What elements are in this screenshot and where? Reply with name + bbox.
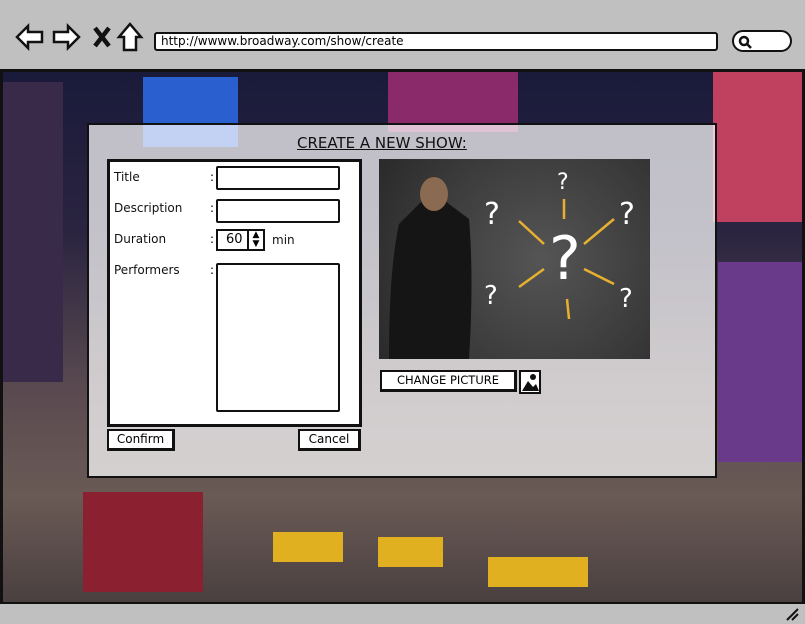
change-picture-button[interactable]: CHANGE PICTURE: [380, 370, 517, 392]
duration-stepper[interactable]: 60 ▲ ▼: [216, 229, 265, 251]
colon: :: [210, 201, 215, 215]
browser-toolbar: http://wwww.broadway.com/show/create: [0, 0, 805, 72]
question-mark: ?: [484, 281, 498, 311]
cancel-button[interactable]: Cancel: [298, 429, 361, 451]
resize-grip-icon[interactable]: [785, 607, 799, 621]
description-input[interactable]: [216, 199, 340, 223]
forward-arrow-icon[interactable]: [51, 22, 81, 52]
home-icon[interactable]: [115, 22, 145, 52]
question-mark: ?: [484, 197, 500, 232]
performers-textarea[interactable]: [216, 263, 340, 412]
question-mark: ?: [619, 197, 635, 232]
search-icon: [738, 35, 752, 49]
up-down-arrows-icon[interactable]: ▲ ▼: [247, 231, 263, 249]
question-mark: ?: [619, 284, 633, 314]
colon: :: [210, 170, 215, 184]
duration-label: Duration: [114, 232, 167, 246]
title-input[interactable]: [216, 166, 340, 190]
close-x-icon[interactable]: [88, 22, 118, 52]
status-bar: [0, 602, 805, 624]
question-mark: ?: [557, 170, 569, 195]
colon: :: [210, 232, 215, 246]
confirm-button[interactable]: Confirm: [107, 429, 175, 451]
question-mark: ?: [549, 224, 581, 294]
duration-unit: min: [272, 233, 295, 247]
image-icon[interactable]: [519, 370, 541, 394]
colon: :: [210, 263, 215, 277]
page-title: CREATE A NEW SHOW:: [297, 134, 467, 152]
search-box[interactable]: [732, 30, 792, 52]
performers-label: Performers: [114, 263, 180, 277]
title-label: Title: [114, 170, 140, 184]
show-picture: ? ? ? ? ? ?: [379, 159, 650, 359]
back-arrow-icon[interactable]: [15, 22, 45, 52]
duration-value: 60: [226, 232, 243, 247]
description-label: Description: [114, 201, 183, 215]
address-bar[interactable]: http://wwww.broadway.com/show/create: [154, 32, 718, 51]
picture-illustration: ? ? ? ? ? ?: [389, 170, 635, 359]
